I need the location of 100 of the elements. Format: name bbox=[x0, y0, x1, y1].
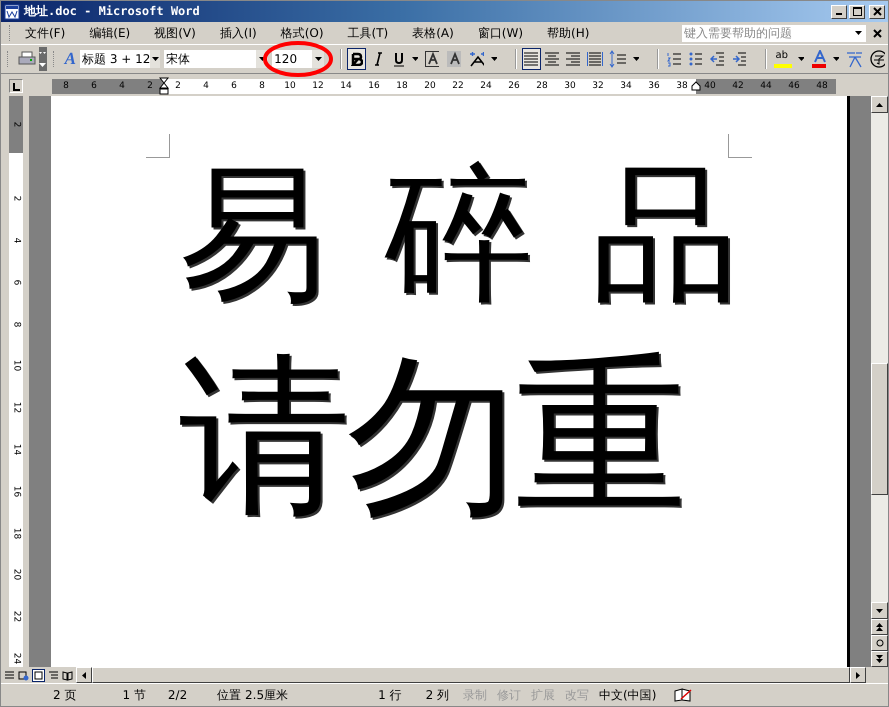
status-text: 2/2 bbox=[168, 688, 188, 702]
menu-item[interactable]: 编辑(E) bbox=[81, 22, 138, 44]
caret-icon[interactable] bbox=[833, 57, 840, 61]
ruler-number: 6 bbox=[10, 278, 22, 288]
window-title: 地址.doc - Microsoft Word bbox=[24, 3, 200, 20]
caret-icon[interactable] bbox=[633, 57, 640, 61]
reading-view-icon[interactable] bbox=[62, 670, 73, 680]
close-icon bbox=[872, 7, 882, 16]
scrollbar-thumb[interactable] bbox=[871, 363, 888, 495]
menu-item[interactable]: 窗口(W) bbox=[470, 22, 532, 44]
ruler-number: 34 bbox=[619, 81, 633, 91]
document-text: 请勿重 bbox=[179, 350, 684, 522]
ruler-number: 36 bbox=[647, 81, 661, 91]
help-search-field[interactable]: 键入需要帮助的问题 bbox=[682, 24, 866, 42]
scroll-left-button[interactable] bbox=[76, 667, 92, 683]
ruler-number: 44 bbox=[759, 81, 773, 91]
style-dropdown[interactable]: 标题 3 + 12 bbox=[80, 50, 160, 68]
left-tab-icon bbox=[12, 82, 20, 90]
ruler-number: 18 bbox=[395, 81, 409, 91]
character-shading-icon[interactable] bbox=[446, 51, 461, 67]
ruler-number: 8 bbox=[10, 320, 22, 329]
ruler-number: 12 bbox=[311, 81, 325, 91]
ruler-number: 24 bbox=[479, 81, 493, 91]
circle-icon bbox=[876, 639, 884, 647]
status-text: 1 节 bbox=[122, 686, 146, 704]
scroll-right-button[interactable] bbox=[850, 667, 866, 683]
justify-button[interactable] bbox=[522, 48, 541, 70]
tab-selector-button[interactable] bbox=[9, 79, 23, 93]
increase-indent-icon[interactable] bbox=[732, 51, 746, 67]
menu-item[interactable]: 插入(I) bbox=[212, 22, 265, 44]
numbered-list-icon[interactable] bbox=[667, 51, 681, 67]
scroll-up-button[interactable] bbox=[871, 96, 888, 113]
menu-item[interactable]: 表格(A) bbox=[404, 22, 462, 44]
alignment-icon bbox=[565, 52, 582, 66]
ruler-number: 2 bbox=[174, 81, 182, 91]
close-button[interactable] bbox=[869, 4, 885, 18]
ruler-number: 28 bbox=[535, 81, 549, 91]
decrease-indent-icon[interactable] bbox=[710, 51, 724, 67]
font-dropdown[interactable]: 宋体 bbox=[164, 50, 268, 68]
status-text: 2 列 bbox=[426, 686, 450, 704]
menu-item[interactable]: 视图(V) bbox=[146, 22, 204, 44]
status-text: 1 行 bbox=[378, 686, 402, 704]
line-spacing-icon[interactable] bbox=[609, 50, 626, 68]
previous-page-button[interactable] bbox=[871, 619, 888, 635]
ruler-number: 4 bbox=[118, 81, 126, 91]
font-color-icon[interactable] bbox=[810, 50, 826, 68]
margin-corner-mark bbox=[728, 134, 752, 158]
browse-object-button[interactable] bbox=[871, 635, 888, 651]
up-arrow-icon bbox=[876, 102, 883, 106]
menu-item[interactable]: 帮助(H) bbox=[539, 22, 598, 44]
double-down-arrow-icon bbox=[876, 655, 883, 663]
bulleted-list-icon[interactable] bbox=[688, 51, 702, 67]
scroll-down-button[interactable] bbox=[871, 602, 888, 619]
ruler-number: 6 bbox=[90, 81, 98, 91]
ruler-number: 14 bbox=[339, 81, 353, 91]
spelling-status-icon[interactable] bbox=[674, 688, 692, 702]
character-border-icon[interactable] bbox=[425, 51, 439, 67]
character-scale-icon[interactable] bbox=[468, 51, 484, 67]
next-page-button[interactable] bbox=[871, 651, 888, 667]
toolbar-options-button[interactable] bbox=[38, 47, 48, 71]
ruler-number: 46 bbox=[787, 81, 801, 91]
ruler-number: 48 bbox=[815, 81, 829, 91]
horizontal-scrollbar-thumb[interactable] bbox=[92, 667, 850, 683]
print-layout-view-icon[interactable] bbox=[32, 668, 45, 682]
phonetic-guide-icon[interactable] bbox=[846, 50, 862, 68]
right-indent-marker-icon[interactable] bbox=[691, 81, 701, 91]
enclosed-character-icon[interactable] bbox=[870, 50, 886, 68]
normal-view-icon[interactable] bbox=[4, 670, 15, 680]
document-text: 易碎品 bbox=[179, 160, 798, 308]
web-view-icon[interactable] bbox=[18, 670, 29, 680]
status-text: 录制 bbox=[463, 686, 488, 704]
alignment-icon bbox=[523, 52, 540, 66]
bold-button[interactable] bbox=[347, 48, 366, 70]
ruler-number: 20 bbox=[423, 81, 437, 91]
ruler-number: 10 bbox=[283, 81, 297, 91]
ruler-number: 18 bbox=[10, 526, 22, 540]
minimize-button[interactable] bbox=[831, 4, 847, 18]
caret-icon[interactable] bbox=[490, 57, 497, 61]
caret-icon bbox=[152, 57, 159, 61]
outline-view-icon[interactable] bbox=[48, 670, 59, 680]
underline-icon bbox=[392, 52, 405, 66]
font-size-dropdown[interactable]: 120 bbox=[272, 50, 324, 68]
caret-icon bbox=[258, 57, 266, 61]
document-icon bbox=[4, 4, 20, 20]
printer-icon bbox=[18, 51, 36, 67]
caret-icon[interactable] bbox=[412, 57, 418, 61]
ruler-number: 16 bbox=[10, 484, 22, 498]
ruler-number: 22 bbox=[451, 81, 465, 91]
menu-item[interactable]: 文件(F) bbox=[17, 22, 74, 44]
menu-item[interactable]: 格式(O) bbox=[272, 22, 332, 44]
ruler-number: 20 bbox=[10, 568, 22, 582]
maximize-button[interactable] bbox=[849, 4, 865, 18]
ruler-number: 16 bbox=[367, 81, 381, 91]
double-up-arrow-icon bbox=[876, 623, 883, 631]
indent-marker-icon[interactable] bbox=[159, 77, 169, 95]
menu-item[interactable]: 工具(T) bbox=[340, 22, 396, 44]
close-icon bbox=[872, 28, 882, 38]
ruler-number: 32 bbox=[591, 81, 605, 91]
caret-icon[interactable] bbox=[798, 57, 804, 61]
maximize-icon bbox=[852, 7, 862, 16]
